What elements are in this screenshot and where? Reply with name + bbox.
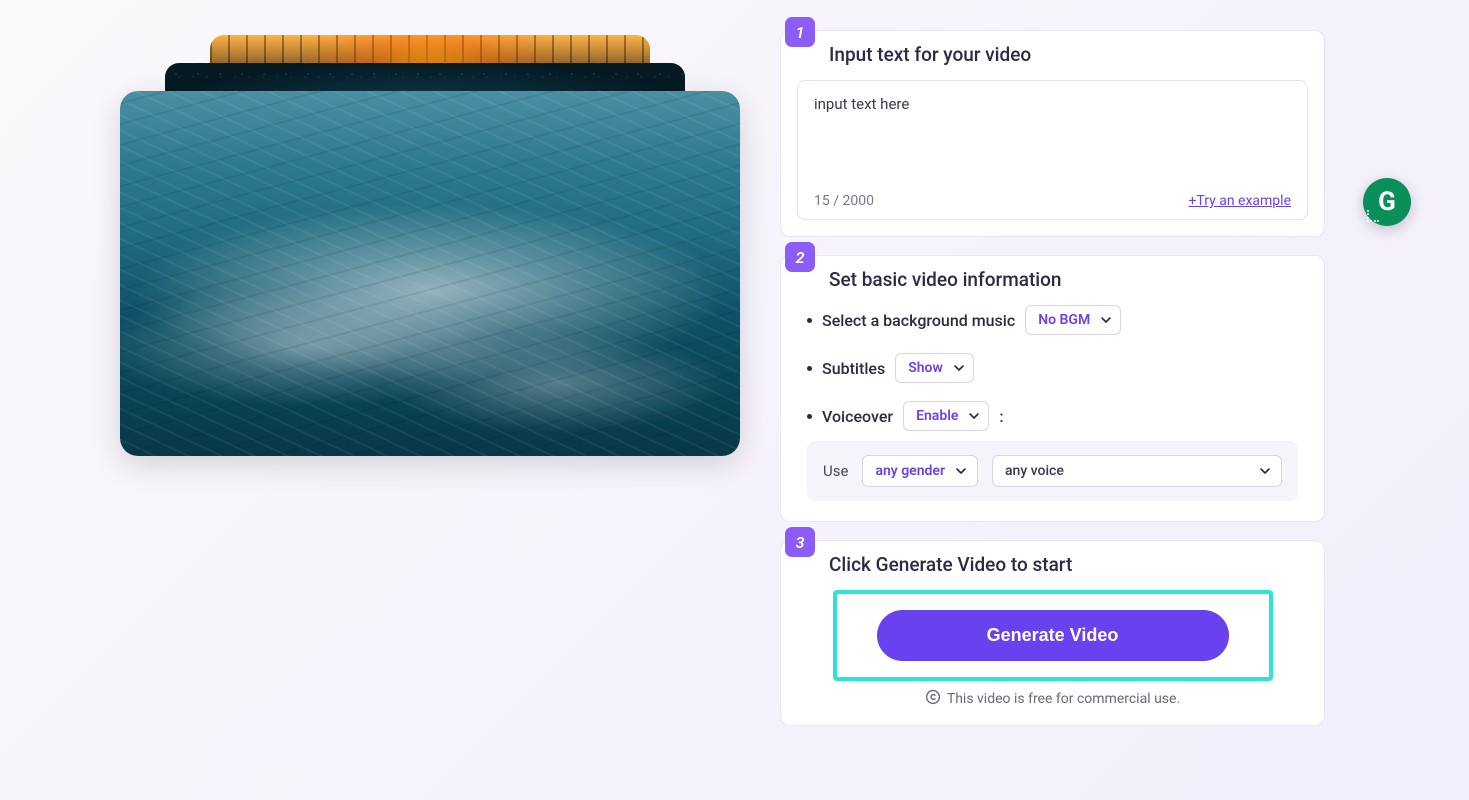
text-input-container: 15 / 2000 +Try an example (797, 80, 1308, 220)
chevron-down-icon (955, 465, 967, 477)
voiceover-value: Enable (916, 408, 958, 424)
step2-card: 2 Set basic video information Select a b… (780, 255, 1325, 522)
step2-title: Set basic video information (829, 268, 1308, 291)
step3-card: 3 Click Generate Video to start Generate… (780, 540, 1325, 726)
subtitles-value: Show (908, 360, 943, 376)
grammarly-letter: G (1378, 187, 1396, 217)
commercial-note: This video is free for commercial use. (797, 689, 1308, 709)
gender-value: any gender (875, 463, 945, 479)
video-text-input[interactable] (798, 81, 1307, 181)
step1-card: 1 Input text for your video 15 / 2000 +T… (780, 30, 1325, 237)
step2-badge: 2 (785, 242, 815, 272)
bullet-icon (807, 414, 812, 419)
preview-card-front (120, 91, 740, 456)
copyright-icon (925, 689, 941, 709)
step1-title: Input text for your video (829, 43, 1308, 66)
chevron-down-icon (1259, 465, 1271, 477)
step1-badge: 1 (785, 17, 815, 47)
voice-options-box: Use any gender any voice (807, 441, 1298, 501)
try-example-link[interactable]: +Try an example (1188, 193, 1291, 209)
gender-select[interactable]: any gender (862, 455, 978, 487)
subtitles-label: Subtitles (822, 359, 885, 378)
bgm-label: Select a background music (822, 311, 1015, 330)
step3-badge: 3 (785, 527, 815, 557)
char-count: 15 / 2000 (814, 193, 874, 209)
bullet-icon (807, 318, 812, 323)
chevron-down-icon (968, 410, 980, 422)
bullet-icon (807, 366, 812, 371)
grammarly-badge[interactable]: G (1363, 178, 1411, 226)
commercial-text: This video is free for commercial use. (947, 691, 1180, 707)
generate-highlight-frame: Generate Video (833, 590, 1273, 681)
generate-video-button[interactable]: Generate Video (877, 610, 1229, 661)
use-label: Use (823, 462, 848, 480)
bgm-select[interactable]: No BGM (1025, 305, 1121, 335)
voiceover-select[interactable]: Enable (903, 401, 989, 431)
voice-select[interactable]: any voice (992, 455, 1282, 487)
bgm-value: No BGM (1038, 312, 1090, 328)
colon: : (999, 407, 1003, 426)
subtitles-select[interactable]: Show (895, 353, 974, 383)
voiceover-label: Voiceover (822, 407, 893, 426)
preview-image-stack (120, 35, 740, 455)
voice-value: any voice (1005, 463, 1064, 479)
step3-title: Click Generate Video to start (829, 553, 1308, 576)
chevron-down-icon (953, 362, 965, 374)
chevron-down-icon (1100, 314, 1112, 326)
